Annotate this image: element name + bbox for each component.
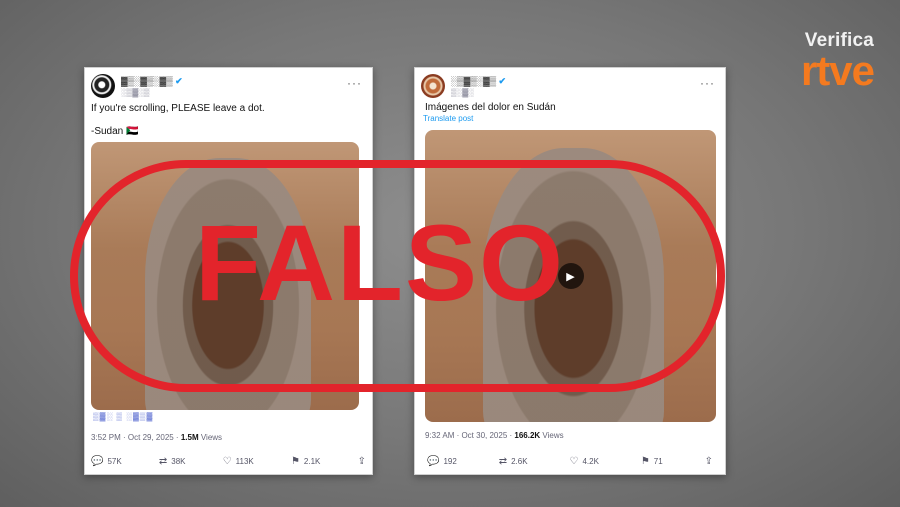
post-text-line-2: -Sudan 🇸🇩: [91, 126, 139, 137]
post-text-line-1: Imágenes del dolor en Sudán: [425, 102, 556, 113]
redacted-mentions: ▒▓░ ▒ ░▓▒▓: [93, 412, 154, 421]
bookmark-icon: ⚑: [290, 456, 300, 467]
more-icon[interactable]: ···: [700, 76, 715, 90]
post-timestamp[interactable]: 9:32 AM · Oct 30, 2025 ·: [425, 431, 514, 440]
handle-redacted: ░▒▓░▒: [121, 88, 150, 97]
avatar[interactable]: [421, 74, 445, 98]
bookmark-button[interactable]: ⚑ 71: [641, 456, 663, 467]
reply-icon: 💬: [91, 456, 104, 467]
post-meta: 3:52 PM · Oct 29, 2025 · 1.5M Views: [91, 433, 222, 442]
post-timestamp[interactable]: 3:52 PM · Oct 29, 2025 ·: [91, 433, 181, 442]
like-icon: ♡: [569, 456, 579, 467]
verified-icon: ✔: [175, 76, 183, 86]
reply-count: 57K: [107, 457, 122, 466]
reply-button[interactable]: 💬 57K: [91, 456, 122, 467]
avatar[interactable]: [91, 74, 115, 98]
repost-icon: ⇄: [498, 456, 508, 467]
view-count: 166.2K: [514, 431, 541, 440]
action-bar: 💬 57K ⇄ 38K ♡ 113K ⚑ 2.1K ⇪: [91, 456, 366, 467]
post-meta: 9:32 AM · Oct 30, 2025 · 166.2K Views: [425, 431, 564, 440]
like-icon: ♡: [222, 456, 232, 467]
repost-count: 2.6K: [511, 457, 528, 466]
rtve-logo: rtve: [800, 47, 875, 94]
verifica-rtve-logo: Verifica rtve: [800, 30, 875, 94]
repost-button[interactable]: ⇄ 38K: [159, 456, 186, 467]
share-icon: ⇪: [357, 456, 366, 467]
post-text-line-1: If you're scrolling, PLEASE leave a dot.: [91, 103, 265, 114]
like-button[interactable]: ♡ 4.2K: [569, 456, 598, 467]
verified-icon: ✔: [498, 76, 507, 86]
username-redacted[interactable]: ▓▒░▓▒░▓▒ ✔: [121, 76, 183, 87]
like-count: 4.2K: [582, 457, 599, 466]
like-count: 113K: [235, 457, 254, 466]
repost-button[interactable]: ⇄ 2.6K: [499, 456, 528, 467]
repost-count: 38K: [171, 457, 186, 466]
reply-icon: 💬: [427, 456, 440, 467]
view-count: 1.5M: [180, 433, 199, 442]
share-icon: ⇪: [704, 456, 713, 467]
repost-icon: ⇄: [158, 456, 168, 467]
reply-button[interactable]: 💬 192: [427, 456, 457, 467]
translate-post-link[interactable]: Translate post: [423, 114, 473, 123]
reply-count: 192: [443, 457, 457, 466]
falso-stamp-text: FALSO: [194, 202, 566, 323]
post-header: ▓▒░▓▒░▓▒ ✔ ░▒▓░▒ ···: [91, 74, 366, 102]
views-label: Views: [540, 431, 564, 440]
bookmark-count: 71: [653, 457, 663, 466]
bookmark-icon: ⚑: [640, 456, 650, 467]
username-redacted[interactable]: ░▒▓▒░▓▒ ✔: [451, 76, 506, 87]
more-icon[interactable]: ···: [347, 76, 362, 90]
share-button[interactable]: ⇪: [705, 456, 713, 467]
post-header: ░▒▓▒░▓▒ ✔ ▒░▓░ ···: [421, 74, 719, 102]
views-label: Views: [198, 433, 223, 442]
like-button[interactable]: ♡ 113K: [223, 456, 254, 467]
share-button[interactable]: ⇪: [358, 456, 366, 467]
bookmark-count: 2.1K: [303, 457, 321, 466]
bookmark-button[interactable]: ⚑ 2.1K: [291, 456, 320, 467]
handle-redacted: ▒░▓░: [451, 88, 474, 97]
action-bar: 💬 192 ⇄ 2.6K ♡ 4.2K ⚑ 71 ⇪: [427, 456, 713, 467]
